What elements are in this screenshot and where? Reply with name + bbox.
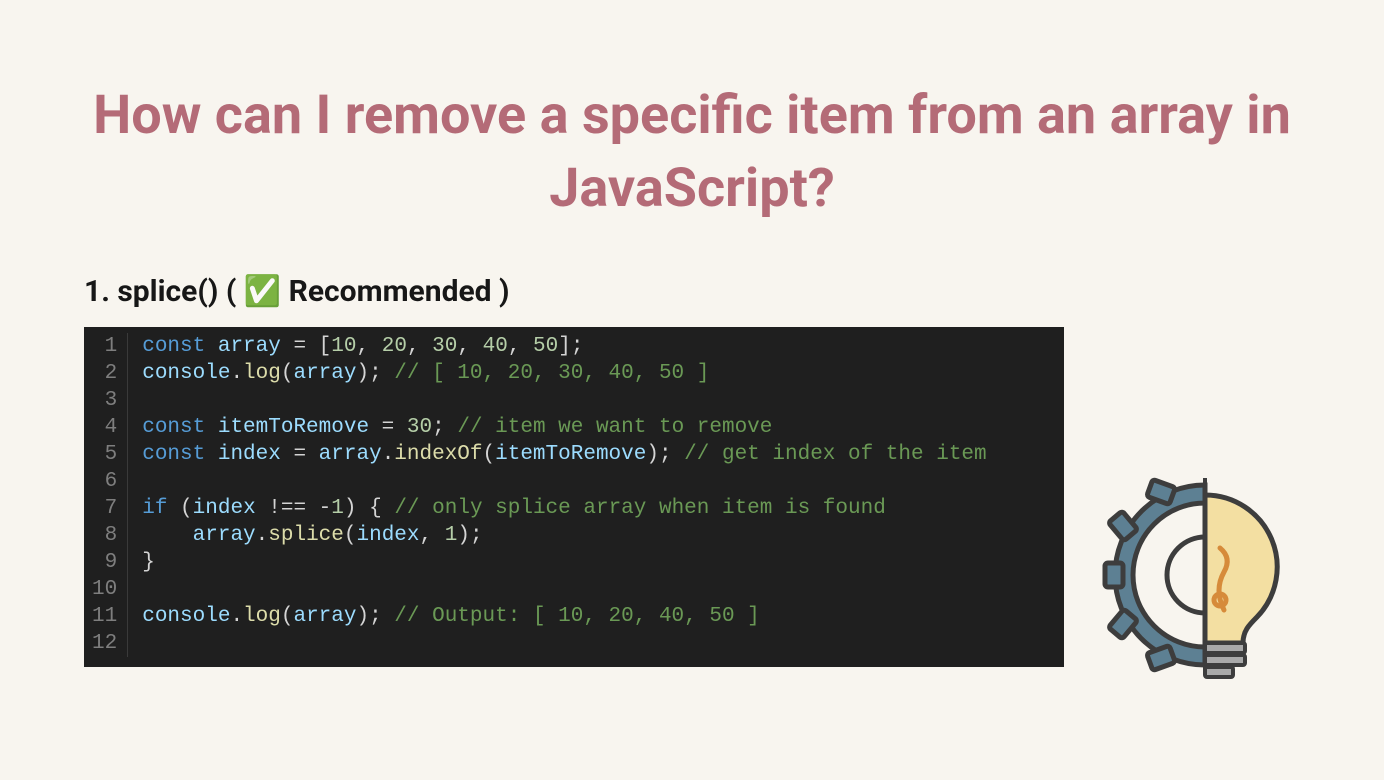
code-line: const array = [10, 20, 30, 40, 50];	[142, 333, 986, 360]
code-gutter: 123456789101112	[84, 333, 128, 657]
code-line: }	[142, 549, 986, 576]
line-number: 3	[92, 387, 117, 414]
code-line: if (index !== -1) { // only splice array…	[142, 495, 986, 522]
code-line	[142, 468, 986, 495]
line-number: 6	[92, 468, 117, 495]
code-line	[142, 576, 986, 603]
line-number: 9	[92, 549, 117, 576]
code-line: const itemToRemove = 30; // item we want…	[142, 414, 986, 441]
page-title: How can I remove a specific item from an…	[0, 0, 1384, 226]
line-number: 5	[92, 441, 117, 468]
line-number: 10	[92, 576, 117, 603]
line-number: 2	[92, 360, 117, 387]
code-line: const index = array.indexOf(itemToRemove…	[142, 441, 986, 468]
line-number: 4	[92, 414, 117, 441]
line-number: 8	[92, 522, 117, 549]
line-number: 7	[92, 495, 117, 522]
code-line	[142, 387, 986, 414]
code-line: array.splice(index, 1);	[142, 522, 986, 549]
code-line: console.log(array); // Output: [ 10, 20,…	[142, 603, 986, 630]
section-heading: 1. splice() ( ✅ Recommended )	[84, 274, 1384, 309]
code-block: 123456789101112 const array = [10, 20, 3…	[84, 327, 1064, 667]
code-line: console.log(array); // [ 10, 20, 30, 40,…	[142, 360, 986, 387]
line-number: 12	[92, 630, 117, 657]
code-line	[142, 630, 986, 657]
line-number: 11	[92, 603, 117, 630]
code-content: const array = [10, 20, 30, 40, 50];conso…	[128, 333, 986, 657]
line-number: 1	[92, 333, 117, 360]
gear-bulb-icon	[1090, 460, 1320, 690]
